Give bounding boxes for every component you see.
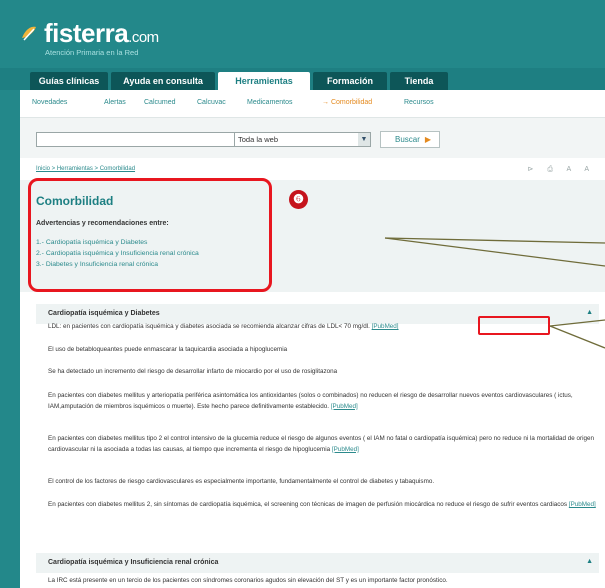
paragraph-text: El uso de betabloqueantes puede enmascar… (48, 346, 288, 353)
subnav-alertas[interactable]: Alertas (104, 99, 126, 106)
collapse-arrow-icon[interactable]: ▲ (586, 309, 593, 316)
tab-herramientas[interactable]: Herramientas (218, 72, 310, 90)
pubmed-link[interactable]: [PubMed] (331, 403, 358, 410)
subnav-comorbilidad[interactable]: → Comorbilidad (322, 99, 372, 106)
subnav-recursos[interactable]: Recursos (404, 99, 434, 106)
paragraph: Se ha detectado un incremento del riesgo… (48, 367, 596, 378)
site-header: fisterra.com Atención Primaria en la Red (0, 0, 605, 68)
annotation-badge: ❻ (289, 190, 308, 209)
search-input[interactable] (36, 132, 236, 147)
paragraph: La IRC está presente en un tercio de los… (48, 576, 596, 587)
pubmed-link[interactable]: [PubMed] (569, 501, 596, 508)
search-button[interactable]: Buscar ▶ (380, 131, 440, 148)
section-header-cardio-irc[interactable]: Cardiopatía isquémica y Insuficiencia re… (36, 553, 599, 573)
annotation-highlight-box (28, 178, 272, 292)
logo-name: fisterra (44, 18, 129, 48)
left-border (0, 90, 20, 588)
section-title: Cardiopatía isquémica y Diabetes (48, 310, 160, 317)
tab-ayuda-en-consulta[interactable]: Ayuda en consulta (111, 72, 215, 90)
site-logo[interactable]: fisterra.com (44, 18, 159, 49)
collapse-arrow-icon[interactable]: ▲ (586, 558, 593, 565)
paragraph-text: La IRC está presente en un tercio de los… (48, 577, 448, 584)
search-scope-select[interactable]: Toda la web ▼ (234, 132, 371, 147)
tab-formacion[interactable]: Formación (313, 72, 387, 90)
paragraph-text: En pacientes con diabetes mellitus y art… (48, 392, 573, 410)
site-tagline: Atención Primaria en la Red (45, 48, 139, 57)
scope-selected-value: Toda la web (238, 135, 279, 144)
subnav-calcuvac[interactable]: Calcuvac (197, 99, 226, 106)
logo-icon (22, 26, 36, 41)
paragraph-text: El control de los factores de riesgo car… (48, 478, 435, 485)
sub-nav: Novedades Alertas Calcumed Calcuvac Medi… (20, 90, 605, 118)
paragraph-text: En pacientes con diabetes mellitus tipo … (48, 435, 595, 453)
subnav-calcumed[interactable]: Calcumed (144, 99, 176, 106)
tab-guias-clinicas[interactable]: Guías clínicas (30, 72, 108, 90)
paragraph: En pacientes con diabetes mellitus 2, si… (48, 500, 596, 511)
paragraph-text: LDL: en pacientes con cardiopatía isquém… (48, 323, 370, 330)
search-button-label: Buscar (395, 135, 420, 144)
main-nav: Guías clínicas Ayuda en consulta Herrami… (0, 68, 605, 90)
search-bar: Toda la web ▼ Buscar ▶ (20, 118, 605, 158)
page-tools-icons[interactable]: ⊳ ⎙ A A (528, 165, 595, 174)
paragraph: En pacientes con diabetes mellitus tipo … (48, 434, 596, 455)
play-arrow-icon: ▶ (424, 135, 431, 144)
annotation-pubmed-highlight (478, 316, 550, 335)
section-title: Cardiopatía isquémica y Insuficiencia re… (48, 559, 219, 566)
subnav-medicamentos[interactable]: Medicamentos (247, 99, 293, 106)
paragraph: El control de los factores de riesgo car… (48, 477, 596, 488)
pubmed-link[interactable]: [PubMed] (332, 446, 359, 453)
chevron-down-icon[interactable]: ▼ (358, 133, 370, 146)
logo-domain: .com (128, 29, 159, 46)
pubmed-link[interactable]: [PubMed] (372, 323, 399, 330)
paragraph: En pacientes con diabetes mellitus y art… (48, 391, 596, 412)
paragraph-text: En pacientes con diabetes mellitus 2, si… (48, 501, 568, 508)
breadcrumb[interactable]: Inicio > Herramientas > Comorbilidad (36, 166, 135, 172)
subnav-novedades[interactable]: Novedades (32, 99, 67, 106)
paragraph: El uso de betabloqueantes puede enmascar… (48, 345, 596, 356)
paragraph-text: Se ha detectado un incremento del riesgo… (48, 368, 338, 375)
tab-tienda[interactable]: Tienda (390, 72, 448, 90)
